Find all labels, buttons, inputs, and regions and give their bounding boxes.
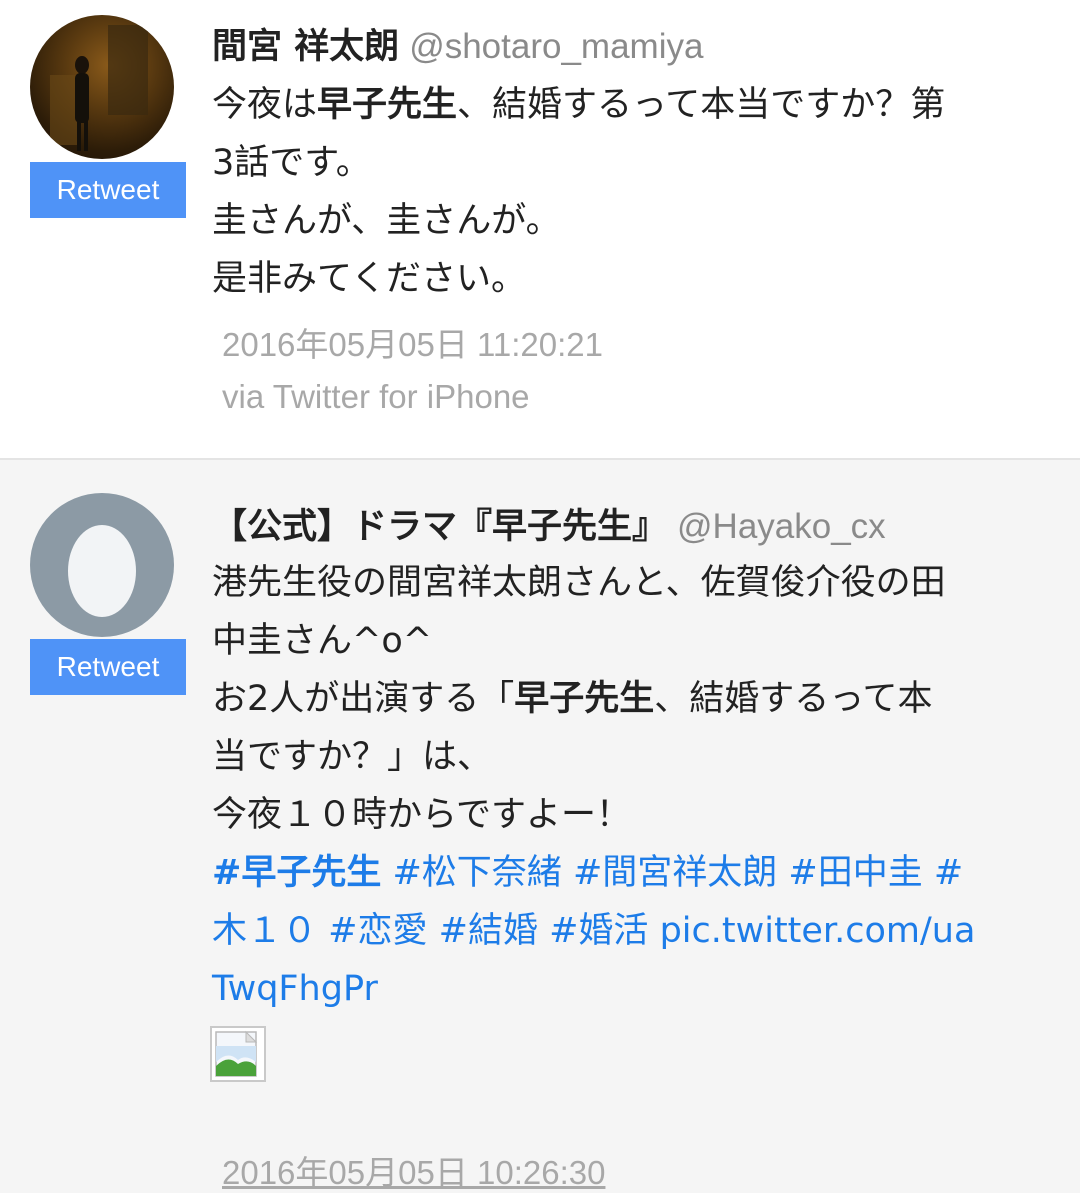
highlighted-term: 早子先生 [514, 679, 655, 719]
text-segment [562, 853, 573, 893]
via-source: via Twitter for iPhone [222, 378, 530, 415]
avatar[interactable] [30, 15, 174, 159]
tweet-text-line: 中圭さん^o^ [212, 612, 1062, 670]
text-segment: 今夜は [212, 85, 318, 125]
text-segment: 、結婚するって本当ですか？第 [457, 85, 946, 125]
hashtag-link[interactable]: #結婚 [439, 911, 538, 951]
media-link[interactable]: pic.twitter.com/ua [660, 911, 976, 951]
text-segment: 中圭さん^o^ [212, 621, 433, 661]
text-segment [923, 853, 934, 893]
display-name[interactable]: 【公式】ドラマ『早子先生』 [212, 507, 667, 547]
tweet-text: 港先生役の間宮祥太朗さんと、佐賀俊介役の田 中圭さん^o^ お2人が出演する「早子先… [212, 554, 1062, 1018]
tweet-text-line: 圭さんが、圭さんが。 [212, 192, 1062, 250]
tweet-text: 今夜は早子先生、結婚するって本当ですか？第 3話です。圭さんが、圭さんが。 是非みて… [212, 76, 1062, 308]
hashtag-link[interactable]: 木１０ [212, 911, 317, 951]
user-handle[interactable]: @Hayako_cx [677, 507, 886, 546]
text-segment: お2人が出演する「 [212, 679, 515, 719]
hashtag-link[interactable]: # [934, 853, 963, 893]
text-segment: 是非みてください。 [212, 259, 526, 299]
display-name[interactable]: 間宮 祥太朗 [212, 27, 399, 67]
text-segment: 3話です。 [212, 143, 371, 183]
avatar[interactable] [30, 493, 174, 637]
hashtag-link[interactable]: #田中圭 [788, 853, 922, 893]
tweet-text-line: 3話です。 [212, 134, 1062, 192]
media-link[interactable]: TwqFhgPr [212, 969, 378, 1009]
tweet-text-line: 木１０ #恋愛 #結婚 #婚活 pic.twitter.com/ua [212, 902, 1062, 960]
timestamp-link[interactable]: 2016年05月05日 10:26:30 [222, 1146, 605, 1194]
tweet-image[interactable] [210, 1026, 266, 1082]
retweet-button[interactable]: Retweet [30, 162, 186, 218]
text-segment [538, 911, 549, 951]
tweet-text-line: TwqFhgPr [212, 960, 1062, 1018]
user-handle[interactable]: @shotaro_mamiya [409, 27, 703, 66]
tweet-item[interactable]: Retweet 【公式】ドラマ『早子先生』 @Hayako_cx 港先生役の間宮祥… [0, 460, 1080, 1193]
tweet-header: 【公式】ドラマ『早子先生』 @Hayako_cx [212, 498, 886, 549]
hashtag-link[interactable]: #早子先生 [212, 853, 381, 893]
tweet-text-line: 今夜は早子先生、結婚するって本当ですか？第 [212, 76, 1062, 134]
hashtag-link[interactable]: #間宮祥太朗 [573, 853, 777, 893]
retweet-button[interactable]: Retweet [30, 639, 186, 695]
text-segment [427, 911, 438, 951]
text-segment [381, 853, 392, 893]
text-segment: 当ですか？」は、 [212, 737, 493, 777]
tweet-text-line: 港先生役の間宮祥太朗さんと、佐賀俊介役の田 [212, 554, 1062, 612]
text-segment [648, 911, 659, 951]
hashtag-link[interactable]: #婚活 [549, 911, 648, 951]
tweet-text-line: #早子先生 #松下奈緒 #間宮祥太朗 #田中圭 # [212, 844, 1062, 902]
tweet-text-line: 当ですか？」は、 [212, 728, 1062, 786]
default-egg-avatar-icon [68, 525, 136, 617]
tweet-text-line: 是非みてください。 [212, 250, 1062, 308]
text-segment: 、結婚するって本 [654, 679, 933, 719]
text-segment: 今夜１０時からですよー！ [212, 795, 631, 835]
profile-photo-icon [50, 25, 148, 151]
text-segment: 圭さんが、圭さんが。 [212, 201, 561, 241]
text-segment [777, 853, 788, 893]
text-segment [317, 911, 328, 951]
tweet-item[interactable]: Retweet 間宮 祥太朗 @shotaro_mamiya 今夜は早子先生、結婚… [0, 0, 1080, 460]
hashtag-link[interactable]: #松下奈緒 [392, 853, 561, 893]
text-segment: 港先生役の間宮祥太朗さんと、佐賀俊介役の田 [212, 563, 946, 603]
tweet-header: 間宮 祥太朗 @shotaro_mamiya [212, 18, 703, 69]
tweet-text-line: 今夜１０時からですよー！ [212, 786, 1062, 844]
hashtag-link[interactable]: #恋愛 [328, 911, 427, 951]
broken-image-icon [215, 1030, 258, 1077]
highlighted-term: 早子先生 [317, 85, 458, 125]
tweet-text-line: お2人が出演する「早子先生、結婚するって本 [212, 670, 1062, 728]
timestamp: 2016年05月05日 11:20:21 [222, 326, 603, 363]
